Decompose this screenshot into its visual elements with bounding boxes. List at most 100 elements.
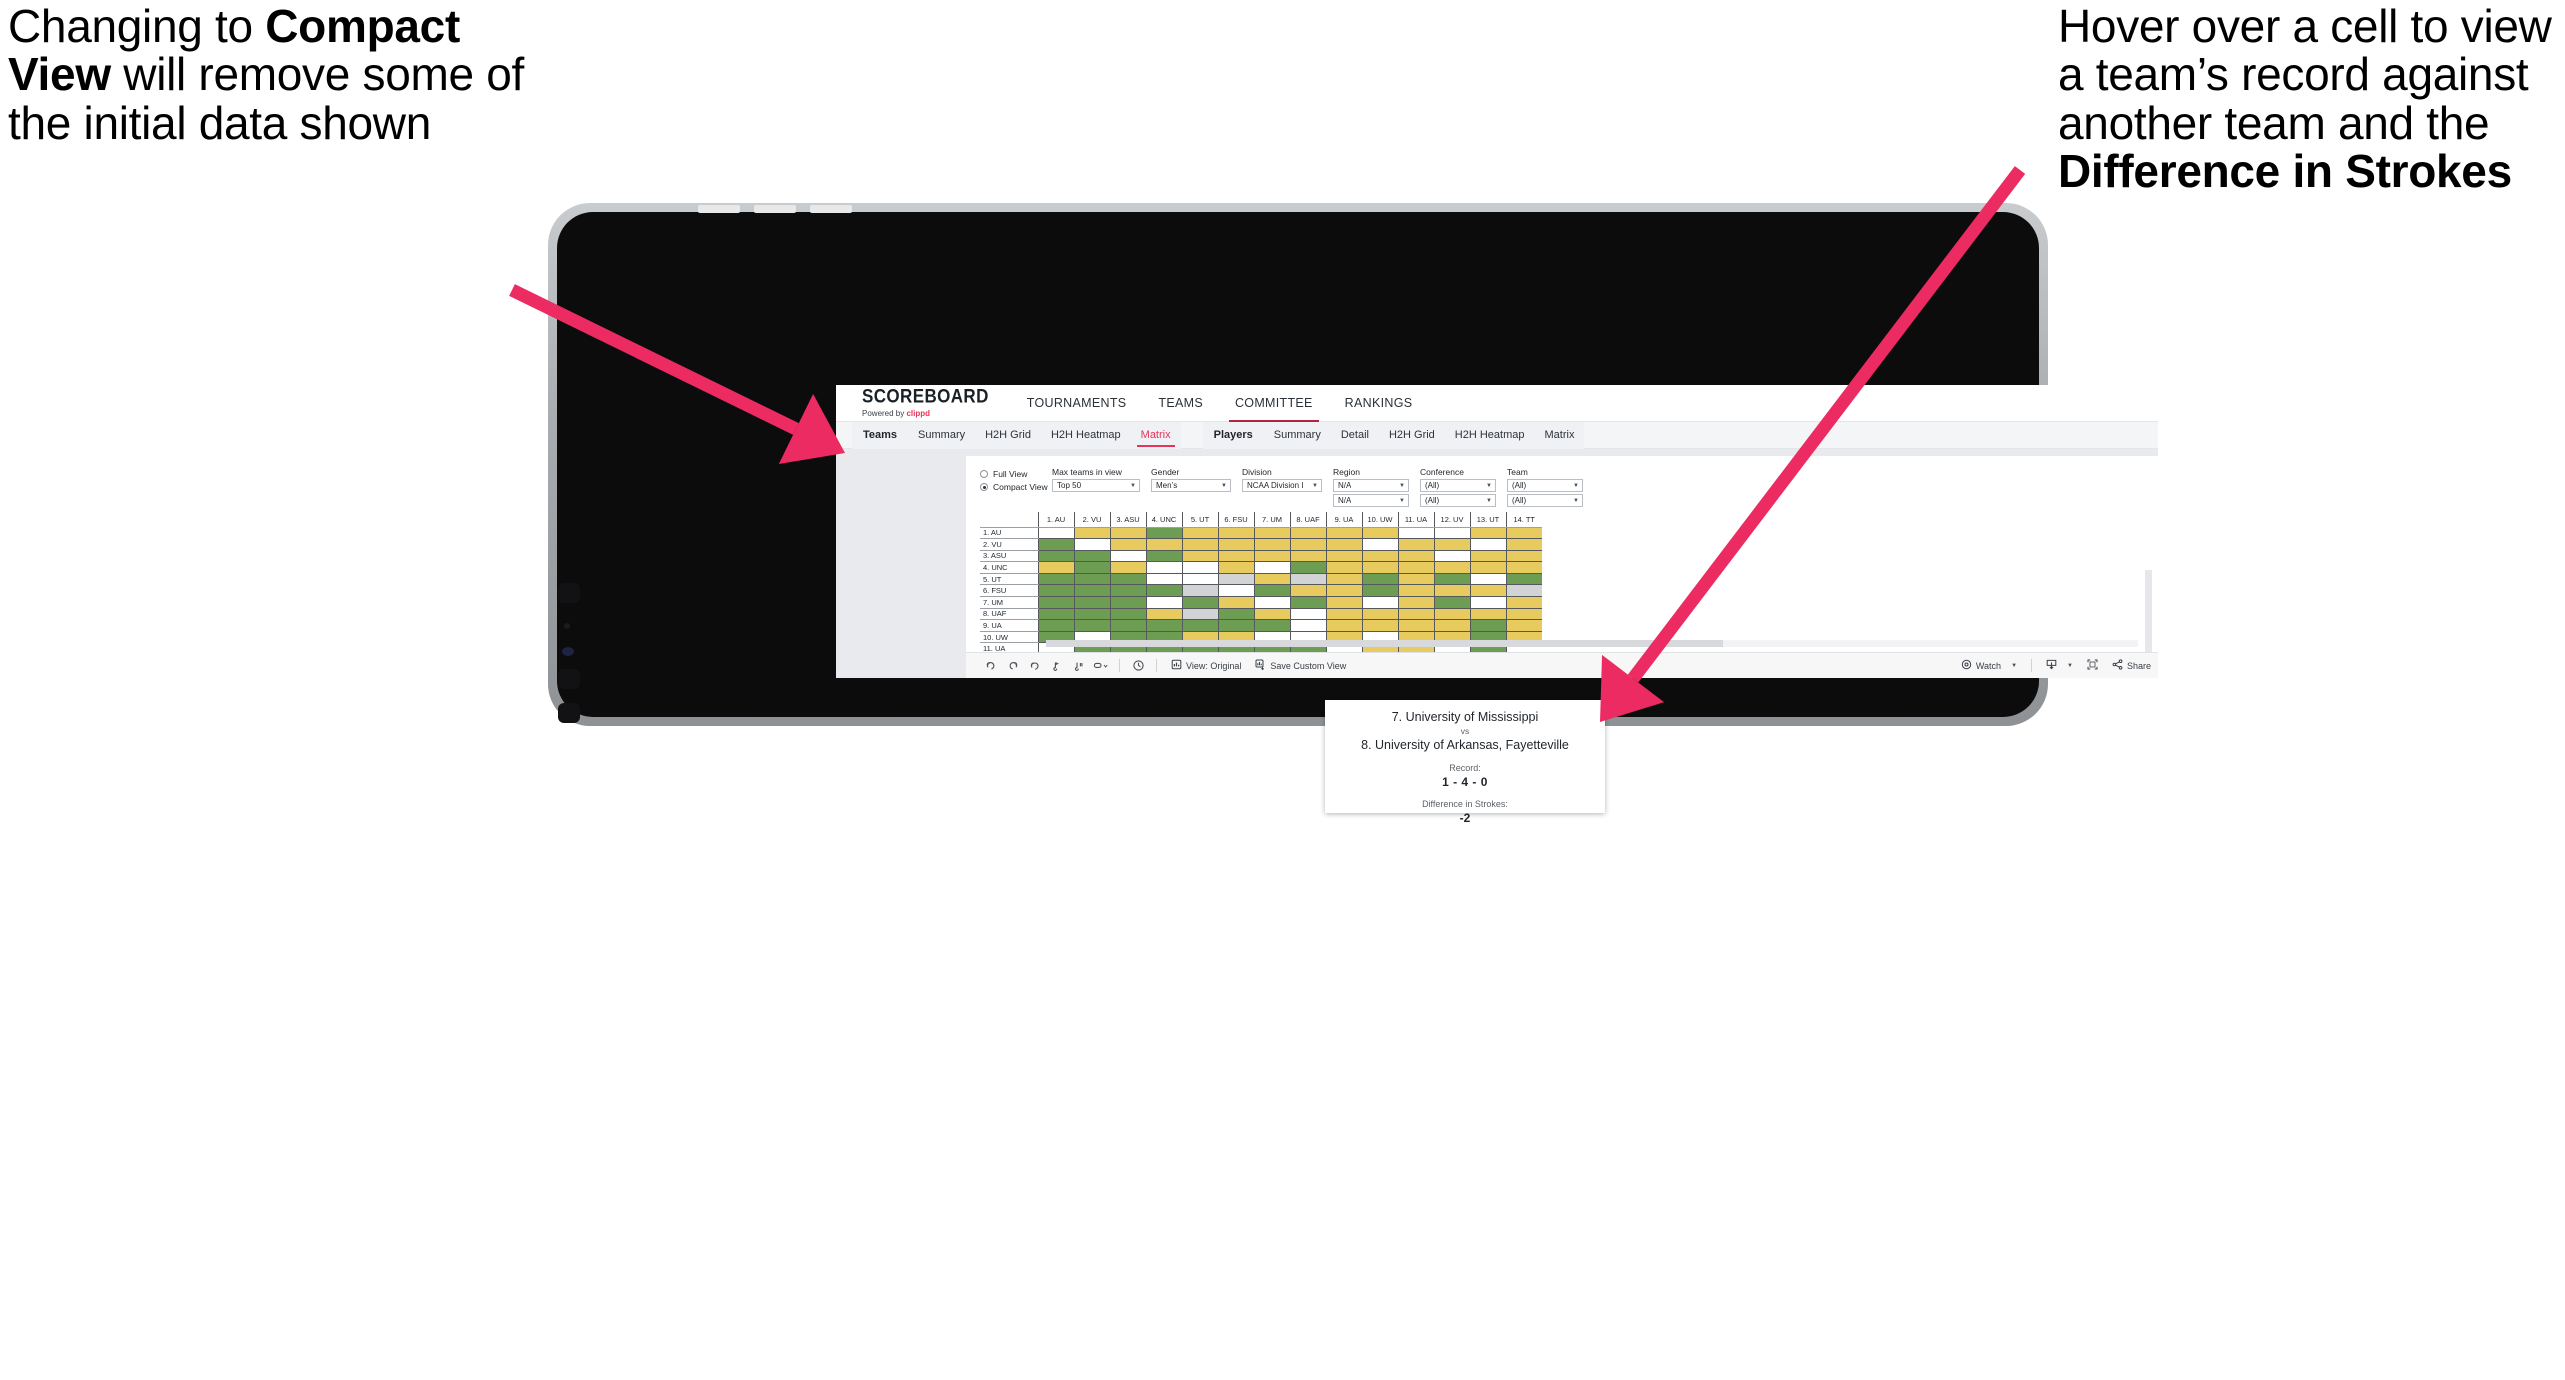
matrix-cell[interactable] [1433,550,1470,563]
matrix-cell[interactable] [1217,619,1254,632]
subnav-item-players-h2h-heatmap[interactable]: H2H Heatmap [1445,422,1535,449]
matrix-cell[interactable] [1505,550,1542,563]
select-max-teams-in-view[interactable]: Top 50 ▼ [1052,479,1140,492]
undo-icon[interactable] [980,655,1002,677]
matrix-cell[interactable] [1037,619,1074,632]
matrix-cell[interactable] [1289,596,1326,609]
matrix-cell[interactable] [1037,538,1074,551]
matrix-cell[interactable] [1217,527,1254,540]
matrix-row[interactable]: 5. UT [980,573,1542,586]
matrix-cell[interactable] [1361,608,1398,621]
matrix-row-header[interactable]: 8. UAF [980,608,1038,621]
topnav-item-teams[interactable]: TEAMS [1142,385,1219,422]
matrix-cell[interactable] [1109,573,1146,586]
matrix-cell[interactable] [1505,619,1542,632]
subnav-item-players-h2h-grid[interactable]: H2H Grid [1379,422,1445,449]
matrix-cell[interactable] [1469,550,1506,563]
matrix-row-header[interactable]: 10. UW [980,631,1038,644]
matrix-cell[interactable] [1217,550,1254,563]
matrix-cell[interactable] [1037,573,1074,586]
matrix-cell[interactable] [1037,527,1074,540]
matrix-cell[interactable] [1109,619,1146,632]
matrix-cell[interactable] [1253,584,1290,598]
matrix-cell[interactable] [1181,596,1218,609]
matrix-cell[interactable] [1289,561,1326,574]
matrix-row[interactable]: 1. AU [980,527,1542,540]
select-team-primary[interactable]: (All) ▼ [1507,479,1583,492]
matrix-cell[interactable] [1397,608,1434,621]
matrix-cell[interactable] [1073,527,1110,540]
matrix-cell[interactable] [1253,561,1290,574]
download-button[interactable]: ▼ [2039,655,2080,677]
horizontal-scrollbar-thumb[interactable] [1046,640,1724,647]
matrix-cell[interactable] [1217,561,1254,574]
matrix-cell[interactable] [1037,561,1074,574]
matrix-cell[interactable] [1469,608,1506,621]
matrix-cell[interactable] [1505,608,1542,621]
matrix-cell[interactable] [1037,584,1074,598]
refresh-icon[interactable] [1046,655,1068,677]
matrix-row[interactable]: 8. UAF [980,608,1542,621]
matrix-cell[interactable] [1325,596,1362,609]
matrix-cell[interactable] [1217,596,1254,609]
subnav-item-teams-matrix[interactable]: Matrix [1131,422,1181,449]
matrix-cell[interactable] [1181,561,1218,574]
matrix-cell[interactable] [1253,573,1290,586]
radio-full-view[interactable]: Full View [980,469,1052,479]
matrix-cell[interactable] [1325,584,1362,598]
fullscreen-button[interactable] [2080,655,2105,677]
matrix-cell[interactable] [1325,538,1362,551]
matrix-cell[interactable] [1145,561,1182,574]
matrix-row-header[interactable]: 1. AU [980,527,1038,540]
matrix-cell[interactable] [1145,619,1182,632]
matrix-cell[interactable] [1433,527,1470,540]
matrix-cell[interactable] [1469,538,1506,551]
matrix-cell[interactable] [1109,608,1146,621]
matrix-cell[interactable] [1073,596,1110,609]
matrix-cell[interactable] [1181,550,1218,563]
share-button[interactable]: Share [2105,655,2158,677]
matrix-column-header[interactable]: 7. UM [1253,512,1290,528]
matrix-cell[interactable] [1037,596,1074,609]
matrix-row[interactable]: 7. UM [980,596,1542,609]
select-region-secondary[interactable]: N/A ▼ [1333,494,1409,507]
matrix-cell[interactable] [1145,538,1182,551]
matrix-column-header[interactable]: 1. AU [1037,512,1074,528]
matrix-row-header[interactable]: 4. UNC [980,561,1038,574]
matrix-row-header[interactable]: 5. UT [980,573,1038,586]
matrix-cell[interactable] [1109,538,1146,551]
matrix-row-header[interactable]: 9. UA [980,619,1038,632]
matrix-cell[interactable] [1433,608,1470,621]
matrix-cell[interactable] [1361,619,1398,632]
matrix-cell[interactable] [1217,584,1254,598]
matrix-cell[interactable] [1289,538,1326,551]
matrix-column-header[interactable]: 5. UT [1181,512,1218,528]
matrix-column-header[interactable]: 9. UA [1325,512,1362,528]
matrix-cell[interactable] [1361,561,1398,574]
matrix-column-header[interactable]: 2. VU [1073,512,1110,528]
matrix-cell[interactable] [1145,584,1182,598]
pause-icon[interactable] [1068,655,1090,677]
subnav-head-players[interactable]: Players [1203,429,1264,441]
matrix-column-header[interactable]: 6. FSU [1217,512,1254,528]
matrix-column-header[interactable]: 13. UT [1469,512,1506,528]
matrix-cell[interactable] [1433,596,1470,609]
matrix-cell[interactable] [1181,573,1218,586]
matrix-cell[interactable] [1505,527,1542,540]
matrix-cell[interactable] [1109,550,1146,563]
subnav-item-players-detail[interactable]: Detail [1331,422,1379,449]
matrix-cell[interactable] [1289,608,1326,621]
view-mode-radio-group[interactable]: Full View Compact View [980,467,1052,495]
matrix-cell[interactable] [1073,608,1110,621]
matrix-row[interactable]: 4. UNC [980,561,1542,574]
matrix-cell[interactable] [1505,584,1542,598]
matrix-cell[interactable] [1433,561,1470,574]
matrix-cell[interactable] [1361,596,1398,609]
matrix-cell[interactable] [1433,573,1470,586]
matrix-cell[interactable] [1073,573,1110,586]
matrix-cell[interactable] [1397,550,1434,563]
matrix-cell[interactable] [1361,573,1398,586]
matrix-cell[interactable] [1109,596,1146,609]
matrix-cell[interactable] [1253,619,1290,632]
matrix-cell[interactable] [1217,608,1254,621]
